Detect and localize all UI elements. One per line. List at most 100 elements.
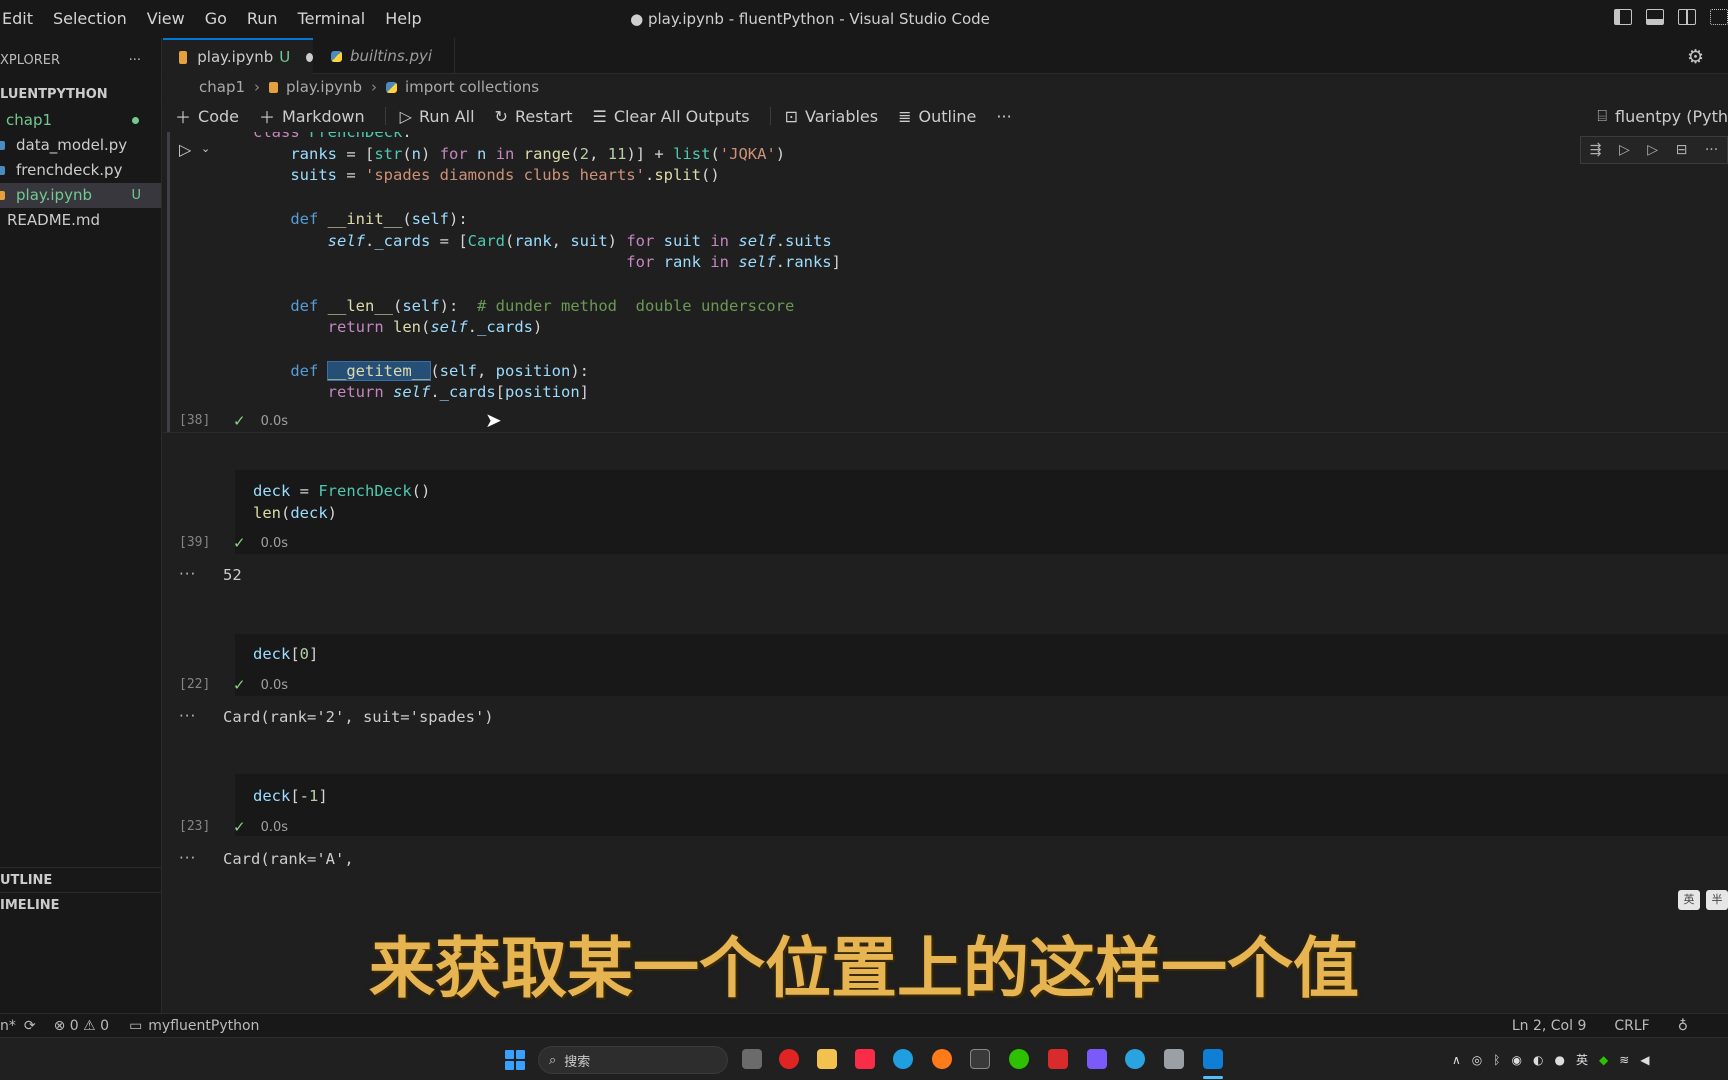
breadcrumb-item[interactable]: chap1 — [199, 78, 245, 96]
execute-below-icon[interactable]: ▷ — [1647, 142, 1658, 158]
cell-status: ✓ 0.0s — [233, 412, 288, 430]
tree-folder-chap1[interactable]: chap1 — [0, 108, 161, 133]
split-cell-icon[interactable]: ⊟ — [1676, 142, 1688, 158]
workspace-name[interactable]: myfluentPython — [148, 1018, 259, 1034]
variables-button[interactable]: ⊡ Variables — [785, 107, 879, 126]
unsaved-dot-icon[interactable] — [306, 52, 313, 62]
menu-help[interactable]: Help — [375, 0, 431, 38]
toggle-sidebar-icon[interactable] — [1614, 9, 1632, 25]
code-cell[interactable] — [235, 634, 1728, 696]
pdf-app-icon[interactable] — [1048, 1049, 1068, 1069]
toggle-secondary-sidebar-icon[interactable] — [1678, 9, 1696, 25]
wechat-icon[interactable] — [1009, 1049, 1029, 1069]
chevron-down-icon[interactable]: ⌄ — [201, 142, 210, 155]
cell-code-frenchdeck[interactable]: class FrenchDeck: ranks = [str(n) for n … — [253, 132, 841, 404]
python-file-icon — [0, 141, 5, 150]
button-label: Restart — [514, 106, 573, 126]
menu-run[interactable]: Run — [237, 0, 288, 38]
timeline-section[interactable]: IMELINE — [0, 892, 162, 917]
breadcrumb-item[interactable]: play.ipynb — [286, 78, 362, 96]
status-right: Ln 2, Col 9 CRLF ♁ — [1512, 1018, 1688, 1034]
cursor-position[interactable]: Ln 2, Col 9 — [1512, 1018, 1587, 1034]
tray-app-icon[interactable]: ◉ — [1511, 1053, 1521, 1067]
branch-label[interactable]: n* — [0, 1018, 16, 1034]
tray-app-icon[interactable]: ◆ — [1599, 1053, 1608, 1067]
bluetooth-icon[interactable]: ᛒ — [1493, 1053, 1500, 1067]
tree-file-data-model[interactable]: data_model.py — [0, 133, 161, 158]
netease-music-icon[interactable] — [779, 1049, 799, 1069]
cell-code[interactable]: deck[0] — [253, 644, 318, 666]
ime-option-icon[interactable]: 半 — [1706, 890, 1728, 910]
ime-float-icon[interactable]: 英 — [1678, 890, 1700, 910]
explorer-more-icon[interactable]: ··· — [129, 53, 141, 68]
tab-bar: play.ipynb U builtins.pyi ⚙ — [163, 38, 1728, 74]
plus-icon: ＋ — [258, 108, 275, 127]
vscode-icon[interactable] — [1203, 1049, 1223, 1069]
toggle-panel-icon[interactable] — [1646, 9, 1664, 25]
outline-button[interactable]: ≣ Outline — [898, 107, 976, 126]
output-more-icon[interactable]: ··· — [179, 707, 196, 725]
toolbar-more-button[interactable]: ··· — [996, 107, 1011, 126]
menu-go[interactable]: Go — [195, 0, 237, 38]
eol-indicator[interactable]: CRLF — [1614, 1018, 1649, 1034]
taskbar-search[interactable]: ⌕ 搜索 — [538, 1046, 728, 1074]
tray-app-icon[interactable]: ◐ — [1533, 1053, 1543, 1067]
chevron-up-icon[interactable]: ∧ — [1452, 1053, 1461, 1067]
cell-code[interactable]: deck[-1] — [253, 786, 328, 808]
notebook-editor[interactable]: ▷ ⌄ ⇶ ▷ ▷ ⊟ ··· class FrenchDeck: ranks … — [163, 132, 1728, 1013]
notifications-icon[interactable]: ♁ — [1678, 1018, 1688, 1034]
project-root[interactable]: LUENTPYTHON — [0, 82, 161, 108]
clear-outputs-button[interactable]: ☰ Clear All Outputs — [592, 107, 749, 126]
run-cell-icon[interactable]: ▷ — [179, 140, 191, 159]
menu-terminal[interactable]: Terminal — [288, 0, 376, 38]
run-all-button[interactable]: ▷ Run All — [400, 107, 475, 126]
firefox-icon[interactable] — [932, 1049, 952, 1069]
ime-indicator[interactable]: 英 — [1576, 1051, 1588, 1068]
menu-view[interactable]: View — [137, 0, 195, 38]
windows-start-icon[interactable] — [505, 1050, 525, 1070]
microphone-icon[interactable]: ● — [1554, 1053, 1564, 1067]
tree-file-play-ipynb[interactable]: play.ipynb U — [0, 183, 161, 208]
problems-indicator[interactable]: ⊗ 0 ⚠ 0 — [54, 1018, 109, 1034]
customize-layout-icon[interactable] — [1710, 9, 1728, 25]
restart-button[interactable]: ↻ Restart — [495, 107, 573, 126]
kernel-picker[interactable]: ⌸ fluentpy (Pyth — [1597, 106, 1728, 126]
tree-item-label: data_model.py — [16, 136, 128, 154]
add-markdown-button[interactable]: ＋ Markdown — [259, 104, 365, 128]
tray-app-icon[interactable]: ◎ — [1472, 1053, 1482, 1067]
terminal-icon[interactable] — [970, 1049, 990, 1069]
menu-edit[interactable]: Edit — [0, 0, 43, 38]
more-icon[interactable]: ··· — [1705, 142, 1718, 158]
edge-browser-icon[interactable] — [893, 1049, 913, 1069]
check-icon: ✓ — [233, 818, 246, 836]
tab-play-ipynb[interactable]: play.ipynb U — [163, 38, 313, 74]
breadcrumb-item[interactable]: import collections — [405, 78, 539, 96]
output-more-icon[interactable]: ··· — [179, 849, 196, 867]
wifi-icon[interactable]: ≋ — [1619, 1053, 1629, 1067]
notebook-file-icon — [0, 191, 5, 200]
add-code-button[interactable]: ＋ Code — [175, 104, 239, 128]
code-cell[interactable] — [235, 774, 1728, 836]
task-view-icon[interactable] — [742, 1049, 762, 1069]
button-label: Outline — [918, 106, 977, 126]
output-more-icon[interactable]: ··· — [179, 565, 196, 583]
tab-builtins-pyi[interactable]: builtins.pyi — [315, 38, 455, 74]
telegram-icon[interactable] — [1125, 1049, 1145, 1069]
run-by-line-icon[interactable]: ⇶ — [1590, 142, 1602, 158]
menu-selection[interactable]: Selection — [43, 0, 137, 38]
tree-item-label: frenchdeck.py — [16, 161, 123, 179]
cell-code[interactable]: deck = FrenchDeck() len(deck) — [253, 481, 430, 524]
outline-section[interactable]: UTLINE — [0, 867, 162, 892]
music-app-icon[interactable] — [855, 1049, 875, 1069]
gear-icon[interactable]: ⚙ — [1687, 46, 1704, 68]
search-icon: ⌕ — [549, 1052, 557, 1068]
tree-file-frenchdeck[interactable]: frenchdeck.py — [0, 158, 161, 183]
tree-file-readme[interactable]: README.md — [0, 208, 161, 233]
file-explorer-icon[interactable] — [817, 1049, 837, 1069]
sync-icon[interactable]: ⟳ — [24, 1018, 36, 1034]
settings-app-icon[interactable] — [1164, 1049, 1184, 1069]
code-cell[interactable] — [235, 470, 1728, 554]
volume-icon[interactable]: ◀ — [1640, 1053, 1649, 1067]
obsidian-icon[interactable] — [1087, 1049, 1107, 1069]
execute-above-icon[interactable]: ▷ — [1619, 142, 1630, 158]
